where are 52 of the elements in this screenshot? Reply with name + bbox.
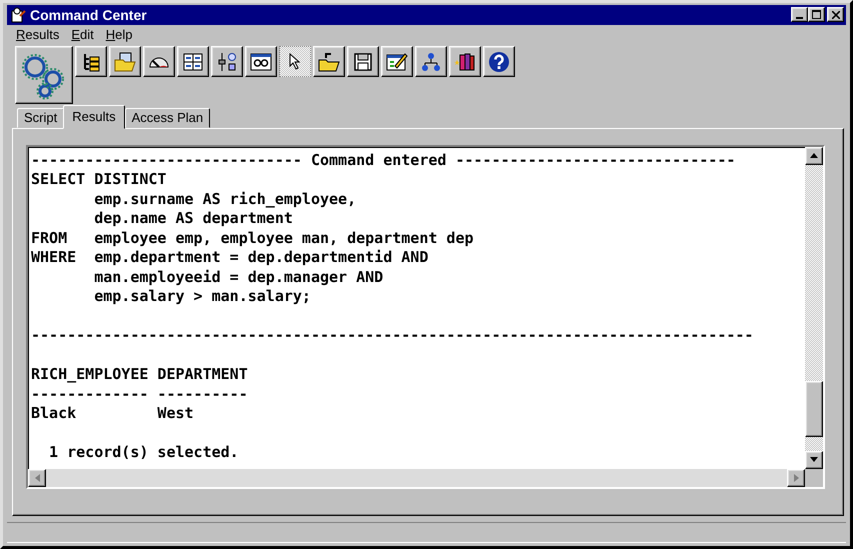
horizontal-scrollbar[interactable] [28,468,805,487]
output-line: -------------------------------------------------------------------------------- [31,326,754,346]
maximize-button[interactable] [808,7,825,22]
tab[interactable]: Access Plan [124,108,210,128]
tab[interactable]: Script [17,108,64,128]
folder-icon [114,52,136,72]
form-icon [183,52,203,72]
help-icon [488,50,510,73]
hierarchy-icon [421,52,441,72]
left-arrow-icon [34,474,40,482]
pointer-icon [287,52,303,71]
output-line: ------------- ---------- [31,384,249,404]
output-line: 1 record(s) selected. [48,443,240,463]
sliders-icon [216,52,238,72]
output-line: SELECT DISTINCT [31,170,168,190]
output-line: dep.name AS department [93,209,294,229]
tab[interactable]: Results [63,104,125,129]
output-line: emp.salary > man.salary; [93,287,312,307]
minimize-button[interactable] [791,7,808,22]
scroll-thumb[interactable] [805,380,823,437]
save-icon [353,52,373,72]
menu-item[interactable]: Edit [66,26,101,42]
output-line: man.employeeid = dep.manager AND [93,268,384,288]
right-arrow-icon [794,474,798,482]
toolbar-button[interactable] [279,46,311,78]
menu-item[interactable]: Results [11,26,66,42]
output-line: WHERE emp.department = dep.departmentid AND [31,248,430,268]
down-arrow-icon [810,457,818,462]
up-arrow-icon [810,153,818,158]
output-line: RICH_EMPLOYEE DEPARTMENT [31,365,249,385]
window-glasses-icon [250,52,272,72]
minimize-icon [796,16,803,19]
close-button[interactable] [827,7,844,22]
scroll-left-button[interactable] [28,468,46,487]
output-line: emp.surname AS rich_employee, [93,190,358,210]
scrollbar-corner [805,468,823,487]
maximize-icon [812,10,821,20]
books-icon [454,52,476,72]
app-icon [10,6,26,23]
pencil-grid-icon [386,52,408,72]
scroll-down-button[interactable] [805,450,823,469]
open-folder-icon [318,52,340,72]
output-line: Black West [31,404,195,424]
tree-list-icon [81,52,101,72]
output-line: FROM employee emp, employee man, department dep [31,228,475,248]
scroll-up-button[interactable] [805,146,823,165]
output-line: ------------------------------ Command entered ------------------------------- [31,150,736,170]
scroll-right-button[interactable] [787,468,805,487]
vertical-scrollbar[interactable] [805,146,823,469]
menu-item[interactable]: Help [100,26,140,42]
window-title: Command Center [30,6,148,23]
close-icon [832,10,840,19]
